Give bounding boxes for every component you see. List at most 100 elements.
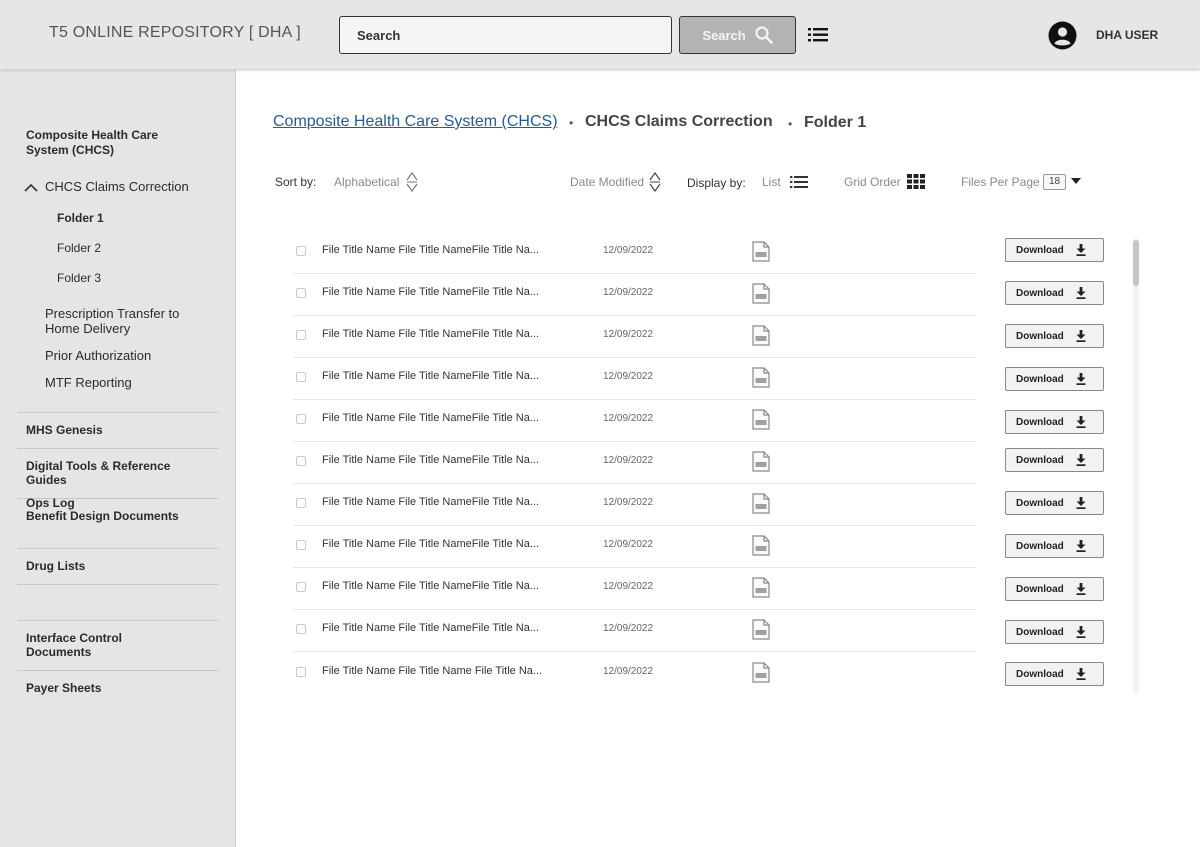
pdf-file-icon[interactable]: [752, 493, 770, 514]
pdf-file-icon[interactable]: [752, 241, 770, 262]
scrollbar-track[interactable]: [1133, 238, 1139, 694]
file-checkbox[interactable]: [296, 372, 306, 382]
file-checkbox[interactable]: [296, 288, 306, 298]
file-date: 12/09/2022: [603, 581, 654, 592]
pdf-file-icon[interactable]: [752, 535, 770, 556]
sidebar-item-prior-authorization[interactable]: Prior Authorization: [45, 348, 151, 363]
download-button[interactable]: Download: [1005, 238, 1104, 262]
file-checkbox[interactable]: [296, 456, 306, 466]
download-icon: [1076, 373, 1086, 385]
sidebar-section-benefit-design[interactable]: Benefit Design Documents: [26, 509, 179, 524]
sidebar-section-chcs[interactable]: Composite Health Care System (CHCS): [26, 128, 196, 158]
sidebar-section-payer-sheets[interactable]: Payer Sheets: [26, 681, 101, 696]
file-checkbox[interactable]: [296, 624, 306, 634]
file-title[interactable]: File Title Name File Title NameFile Titl…: [322, 622, 539, 634]
pdf-file-icon[interactable]: [752, 619, 770, 640]
download-icon: [1076, 287, 1086, 299]
download-button[interactable]: Download: [1005, 534, 1104, 558]
download-button-label: Download: [1016, 330, 1064, 342]
file-title[interactable]: File Title Name File Title NameFile Titl…: [322, 244, 539, 256]
file-checkbox[interactable]: [296, 667, 306, 677]
sidebar-section-mhs-genesis[interactable]: MHS Genesis: [26, 423, 103, 438]
breadcrumb-separator: •: [788, 117, 793, 131]
row-divider: [293, 315, 976, 316]
file-checkbox[interactable]: [296, 540, 306, 550]
download-button-label: Download: [1016, 583, 1064, 595]
sidebar-folder-2[interactable]: Folder 2: [57, 241, 101, 256]
pdf-file-icon[interactable]: [752, 367, 770, 388]
download-icon: [1076, 244, 1086, 256]
sort-alphabetical-option[interactable]: Alphabetical: [334, 175, 399, 189]
sidebar-folder-1[interactable]: Folder 1: [57, 211, 104, 226]
user-avatar-icon[interactable]: [1048, 21, 1077, 50]
sidebar-item-chcs-claims-correction[interactable]: CHCS Claims Correction: [45, 179, 189, 194]
download-button[interactable]: Download: [1005, 281, 1104, 305]
sidebar-section-drug-lists[interactable]: Drug Lists: [26, 559, 85, 574]
grid-view-icon[interactable]: [907, 174, 925, 189]
download-button[interactable]: Download: [1005, 448, 1104, 472]
sort-by-label: Sort by:: [275, 175, 317, 189]
file-title[interactable]: File Title Name File Title Name File Tit…: [322, 665, 542, 677]
list-menu-icon[interactable]: [808, 26, 828, 44]
files-per-page-select[interactable]: 18: [1043, 174, 1066, 190]
file-title[interactable]: File Title Name File Title NameFile Titl…: [322, 370, 539, 382]
download-button[interactable]: Download: [1005, 410, 1104, 434]
sidebar-folder-3[interactable]: Folder 3: [57, 271, 101, 286]
files-per-page-label: Files Per Page: [961, 175, 1040, 189]
file-checkbox[interactable]: [296, 330, 306, 340]
sort-arrows-icon[interactable]: [649, 172, 661, 192]
pdf-file-icon[interactable]: [752, 662, 770, 683]
file-title[interactable]: File Title Name File Title NameFile Titl…: [322, 496, 539, 508]
pdf-file-icon[interactable]: [752, 451, 770, 472]
file-checkbox[interactable]: [296, 582, 306, 592]
pdf-file-icon[interactable]: [752, 409, 770, 430]
download-icon: [1076, 626, 1086, 638]
pdf-file-icon[interactable]: [752, 325, 770, 346]
file-checkbox[interactable]: [296, 498, 306, 508]
file-checkbox[interactable]: [296, 414, 306, 424]
download-icon: [1076, 540, 1086, 552]
user-name[interactable]: DHA USER: [1096, 28, 1158, 42]
sidebar-item-prescription-transfer[interactable]: Prescription Transfer to Home Delivery: [45, 306, 210, 336]
file-title[interactable]: File Title Name File Title NameFile Titl…: [322, 286, 539, 298]
download-button[interactable]: Download: [1005, 367, 1104, 391]
download-button[interactable]: Download: [1005, 662, 1104, 686]
breadcrumb-current: Folder 1: [804, 114, 867, 131]
breadcrumb-level2[interactable]: CHCS Claims Correction: [585, 113, 773, 131]
download-button-label: Download: [1016, 373, 1064, 385]
file-title[interactable]: File Title Name File Title NameFile Titl…: [322, 538, 539, 550]
sort-date-modified-option[interactable]: Date Modified: [570, 175, 644, 189]
sort-arrows-icon[interactable]: [406, 172, 418, 192]
file-title[interactable]: File Title Name File Title NameFile Titl…: [322, 454, 539, 466]
list-view-icon[interactable]: [790, 176, 808, 188]
download-icon: [1076, 668, 1086, 680]
sidebar-divider: [17, 448, 219, 449]
chevron-up-icon[interactable]: [24, 183, 38, 192]
download-button[interactable]: Download: [1005, 577, 1104, 601]
sidebar-section-digital-tools[interactable]: Digital Tools & Reference Guides: [26, 459, 196, 487]
download-button[interactable]: Download: [1005, 620, 1104, 644]
file-date: 12/09/2022: [603, 497, 654, 508]
search-button[interactable]: Search: [679, 16, 796, 54]
pdf-file-icon[interactable]: [752, 577, 770, 598]
file-title[interactable]: File Title Name File Title NameFile Titl…: [322, 412, 539, 424]
sidebar: Composite Health Care System (CHCS) CHCS…: [0, 70, 236, 847]
row-divider: [293, 357, 976, 358]
dropdown-arrow-icon[interactable]: [1071, 178, 1081, 184]
search-input[interactable]: [339, 16, 672, 54]
scrollbar-thumb[interactable]: [1133, 240, 1139, 286]
file-title[interactable]: File Title Name File Title NameFile Titl…: [322, 580, 539, 592]
file-title[interactable]: File Title Name File Title NameFile Titl…: [322, 328, 539, 340]
sidebar-section-interface-control[interactable]: Interface Control Documents: [26, 631, 176, 659]
download-button-label: Download: [1016, 244, 1064, 256]
display-list-option[interactable]: List: [762, 175, 781, 189]
file-checkbox[interactable]: [296, 246, 306, 256]
sidebar-item-mtf-reporting[interactable]: MTF Reporting: [45, 375, 132, 390]
app-title[interactable]: T5 ONLINE REPOSITORY [ DHA ]: [49, 24, 301, 42]
download-button[interactable]: Download: [1005, 491, 1104, 515]
download-button[interactable]: Download: [1005, 324, 1104, 348]
breadcrumb-root-link[interactable]: Composite Health Care System (CHCS): [273, 113, 558, 131]
download-button-label: Download: [1016, 668, 1064, 680]
pdf-file-icon[interactable]: [752, 283, 770, 304]
display-grid-option[interactable]: Grid Order: [844, 175, 901, 189]
